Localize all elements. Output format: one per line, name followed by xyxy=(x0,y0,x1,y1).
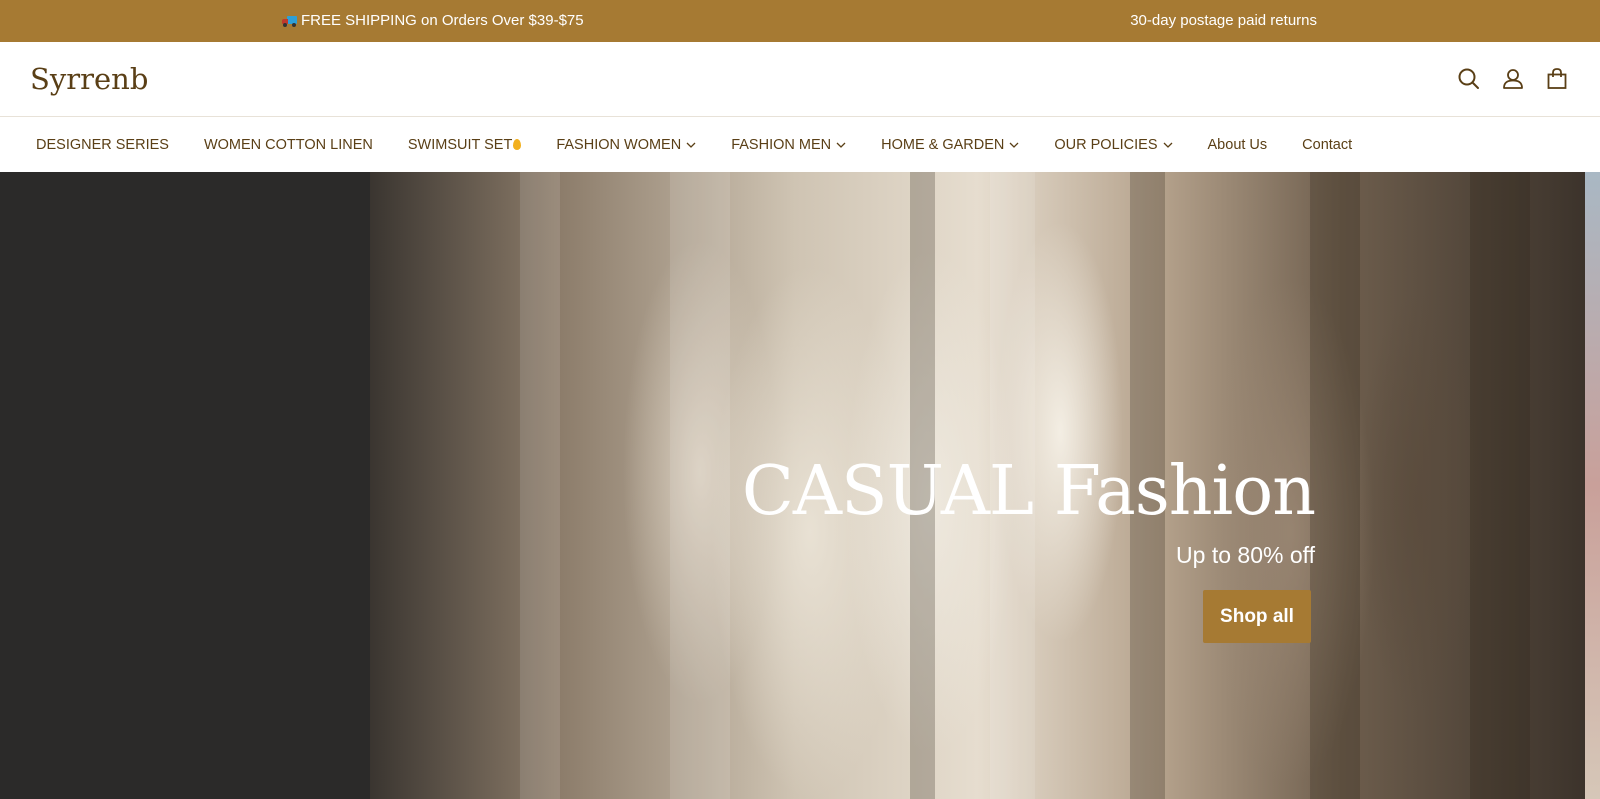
nav-item-label: HOME & GARDEN xyxy=(881,136,1005,153)
nav-item-label: Contact xyxy=(1302,136,1353,153)
nav-item-swimsuit-set[interactable]: SWIMSUIT SET xyxy=(407,136,522,153)
nav-item-fashion-women[interactable]: FASHION WOMEN xyxy=(556,137,696,153)
site-header: Syrrenb xyxy=(0,42,1600,117)
nav-item-label: FASHION WOMEN xyxy=(556,136,682,153)
chevron-down-icon xyxy=(836,142,846,148)
shop-all-button[interactable]: Shop all xyxy=(1203,590,1311,643)
truck-icon xyxy=(282,15,298,27)
nav-item-home-garden[interactable]: HOME & GARDEN xyxy=(881,137,1019,153)
nav-item-label: SWIMSUIT SET xyxy=(407,136,513,153)
account-icon[interactable] xyxy=(1500,66,1526,92)
site-logo[interactable]: Syrrenb xyxy=(30,62,148,96)
nav-item-women-cotton-linen[interactable]: WOMEN COTTON LINEN xyxy=(204,137,373,153)
nav-item-about-us[interactable]: About Us xyxy=(1208,137,1268,153)
nav-item-label: OUR POLICIES xyxy=(1054,136,1158,153)
chevron-down-icon xyxy=(686,142,696,148)
announcement-bar: FREE SHIPPING on Orders Over $39-$75 30-… xyxy=(0,0,1600,42)
nav-item-designer-series[interactable]: DESIGNER SERIES xyxy=(36,137,169,153)
announcement-shipping[interactable]: FREE SHIPPING on Orders Over $39-$75 xyxy=(282,12,584,29)
droplet-icon xyxy=(513,139,522,150)
chevron-down-icon xyxy=(1163,142,1172,148)
hero-title: CASUAL Fashion xyxy=(741,452,1316,531)
cart-icon[interactable] xyxy=(1544,66,1570,92)
announcement-returns[interactable]: 30-day postage paid returns xyxy=(1130,12,1317,29)
hero-image-edge xyxy=(1585,172,1600,799)
hero-banner: CASUAL Fashion Up to 80% off Shop all xyxy=(0,172,1600,799)
nav-item-fashion-men[interactable]: FASHION MEN xyxy=(731,137,846,153)
announcement-shipping-text: FREE SHIPPING on Orders Over $39-$75 xyxy=(301,12,584,29)
nav-item-contact[interactable]: Contact xyxy=(1302,137,1352,153)
search-icon[interactable] xyxy=(1456,66,1482,92)
nav-item-label: About Us xyxy=(1207,136,1268,153)
main-nav: DESIGNER SERIES WOMEN COTTON LINEN SWIMS… xyxy=(0,117,1600,172)
nav-item-label: WOMEN COTTON LINEN xyxy=(203,136,373,153)
nav-item-label: FASHION MEN xyxy=(731,136,832,153)
nav-item-our-policies[interactable]: OUR POLICIES xyxy=(1054,137,1172,153)
hero-subtitle: Up to 80% off xyxy=(1176,542,1315,568)
nav-item-label: DESIGNER SERIES xyxy=(36,136,169,153)
chevron-down-icon xyxy=(1009,142,1019,148)
